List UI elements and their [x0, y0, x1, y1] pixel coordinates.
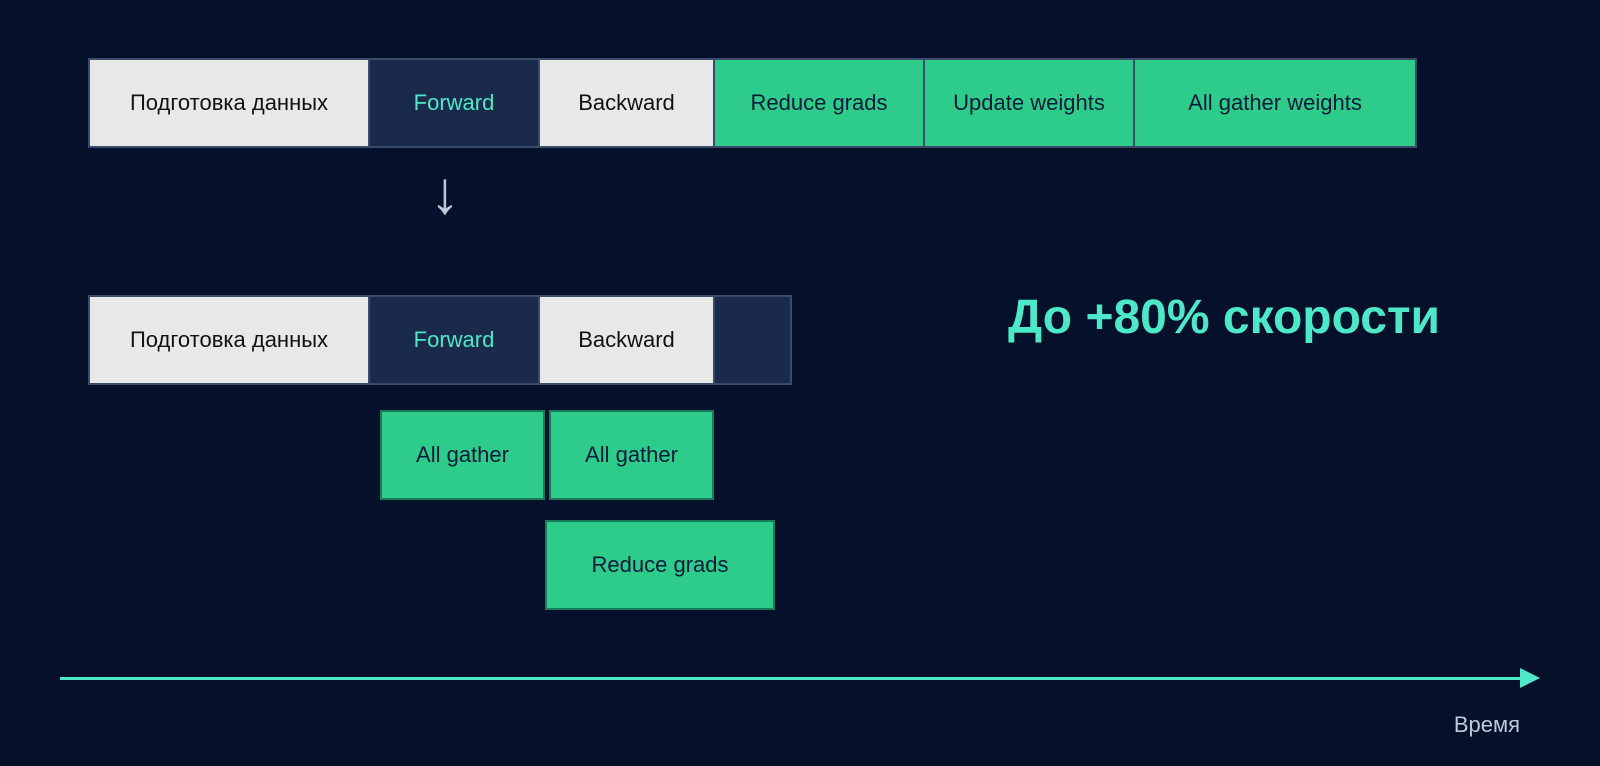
reduce-grads-label: Reduce grads: [751, 90, 888, 116]
block-all-gather-weights: All gather weights: [1135, 60, 1415, 146]
backward-label: Backward: [578, 90, 675, 116]
block-update-weights: Update weights: [925, 60, 1135, 146]
overlap-area: All gather All gather Reduce grads: [380, 410, 714, 500]
forward2-label: Forward: [414, 327, 495, 353]
all-gather-weights-label: All gather weights: [1188, 90, 1362, 116]
prepare-label: Подготовка данных: [130, 90, 328, 116]
speed-text: До +80% скорости: [1008, 290, 1440, 345]
gather-row: All gather All gather: [380, 410, 714, 500]
forward-label: Forward: [414, 90, 495, 116]
timeline-line: [60, 677, 1520, 680]
timeline: [60, 668, 1540, 688]
all-gather-1-label: All gather: [416, 442, 509, 468]
prepare2-label: Подготовка данных: [130, 327, 328, 353]
diagram-container: Подготовка данных Forward Backward Reduc…: [0, 0, 1600, 766]
reduce-grads-overlap-label: Reduce grads: [592, 552, 729, 578]
all-gather-block-1: All gather: [380, 410, 545, 500]
block-forward: Forward: [370, 60, 540, 146]
arrow-down-icon: ↓: [430, 163, 460, 223]
reduce-grads-block: Reduce grads: [545, 520, 775, 610]
block-small-dark: [715, 297, 790, 383]
block-reduce-grads: Reduce grads: [715, 60, 925, 146]
update-weights-label: Update weights: [953, 90, 1105, 116]
backward2-label: Backward: [578, 327, 675, 353]
top-row: Подготовка данных Forward Backward Reduc…: [88, 58, 1417, 148]
block-forward-2: Forward: [370, 297, 540, 383]
block-prepare-2: Подготовка данных: [90, 297, 370, 383]
block-prepare: Подготовка данных: [90, 60, 370, 146]
block-backward: Backward: [540, 60, 715, 146]
timeline-arrow-icon: [1520, 668, 1540, 688]
block-backward-2: Backward: [540, 297, 715, 383]
time-label: Время: [1454, 712, 1520, 738]
all-gather-2-label: All gather: [585, 442, 678, 468]
all-gather-block-2: All gather: [549, 410, 714, 500]
bottom-row: Подготовка данных Forward Backward: [88, 295, 792, 385]
